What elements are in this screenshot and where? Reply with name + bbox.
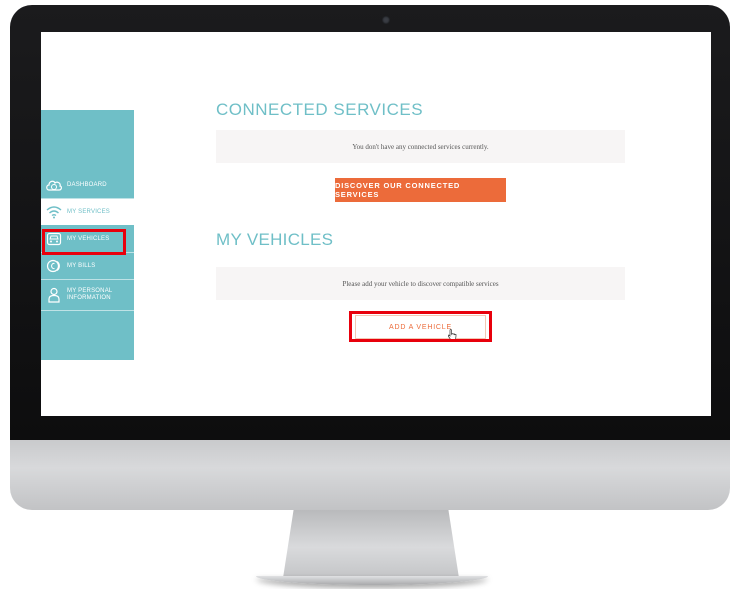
sidebar-item-my-services[interactable]: MY SERVICES <box>41 199 134 225</box>
highlight-add-vehicle <box>349 311 492 342</box>
sidebar-item-dashboard[interactable]: DASHBOARD <box>41 172 134 199</box>
coins-icon <box>45 257 63 275</box>
highlight-my-vehicles <box>42 229 126 255</box>
wifi-icon <box>45 203 63 221</box>
sidebar-item-label: MY BILLS <box>67 262 96 269</box>
cloud-icon <box>45 176 63 194</box>
monitor-stand <box>283 510 459 578</box>
my-vehicles-heading: MY VEHICLES <box>216 230 334 249</box>
my-vehicles-notice: Please add your vehicle to discover comp… <box>216 267 625 300</box>
discover-connected-services-button[interactable]: DISCOVER OUR CONNECTED SERVICES <box>335 178 506 202</box>
connected-services-heading: CONNECTED SERVICES <box>216 100 424 119</box>
webcam <box>382 16 390 24</box>
sidebar-item-my-bills[interactable]: MY BILLS <box>41 253 134 280</box>
person-icon <box>45 286 63 304</box>
connected-services-notice: You don't have any connected services cu… <box>216 130 625 163</box>
screen: DASHBOARD MY SERVICES MY VEHICLES MY BIL… <box>41 32 711 416</box>
sidebar-item-label: MY SERVICES <box>67 208 110 215</box>
sidebar-item-label: DASHBOARD <box>67 181 107 188</box>
monitor-chin <box>10 440 730 510</box>
sidebar-item-label: MY PERSONAL INFORMATION <box>67 288 113 301</box>
sidebar-item-my-personal-information[interactable]: MY PERSONAL INFORMATION <box>41 280 134 311</box>
monitor-stand-base <box>256 576 488 585</box>
